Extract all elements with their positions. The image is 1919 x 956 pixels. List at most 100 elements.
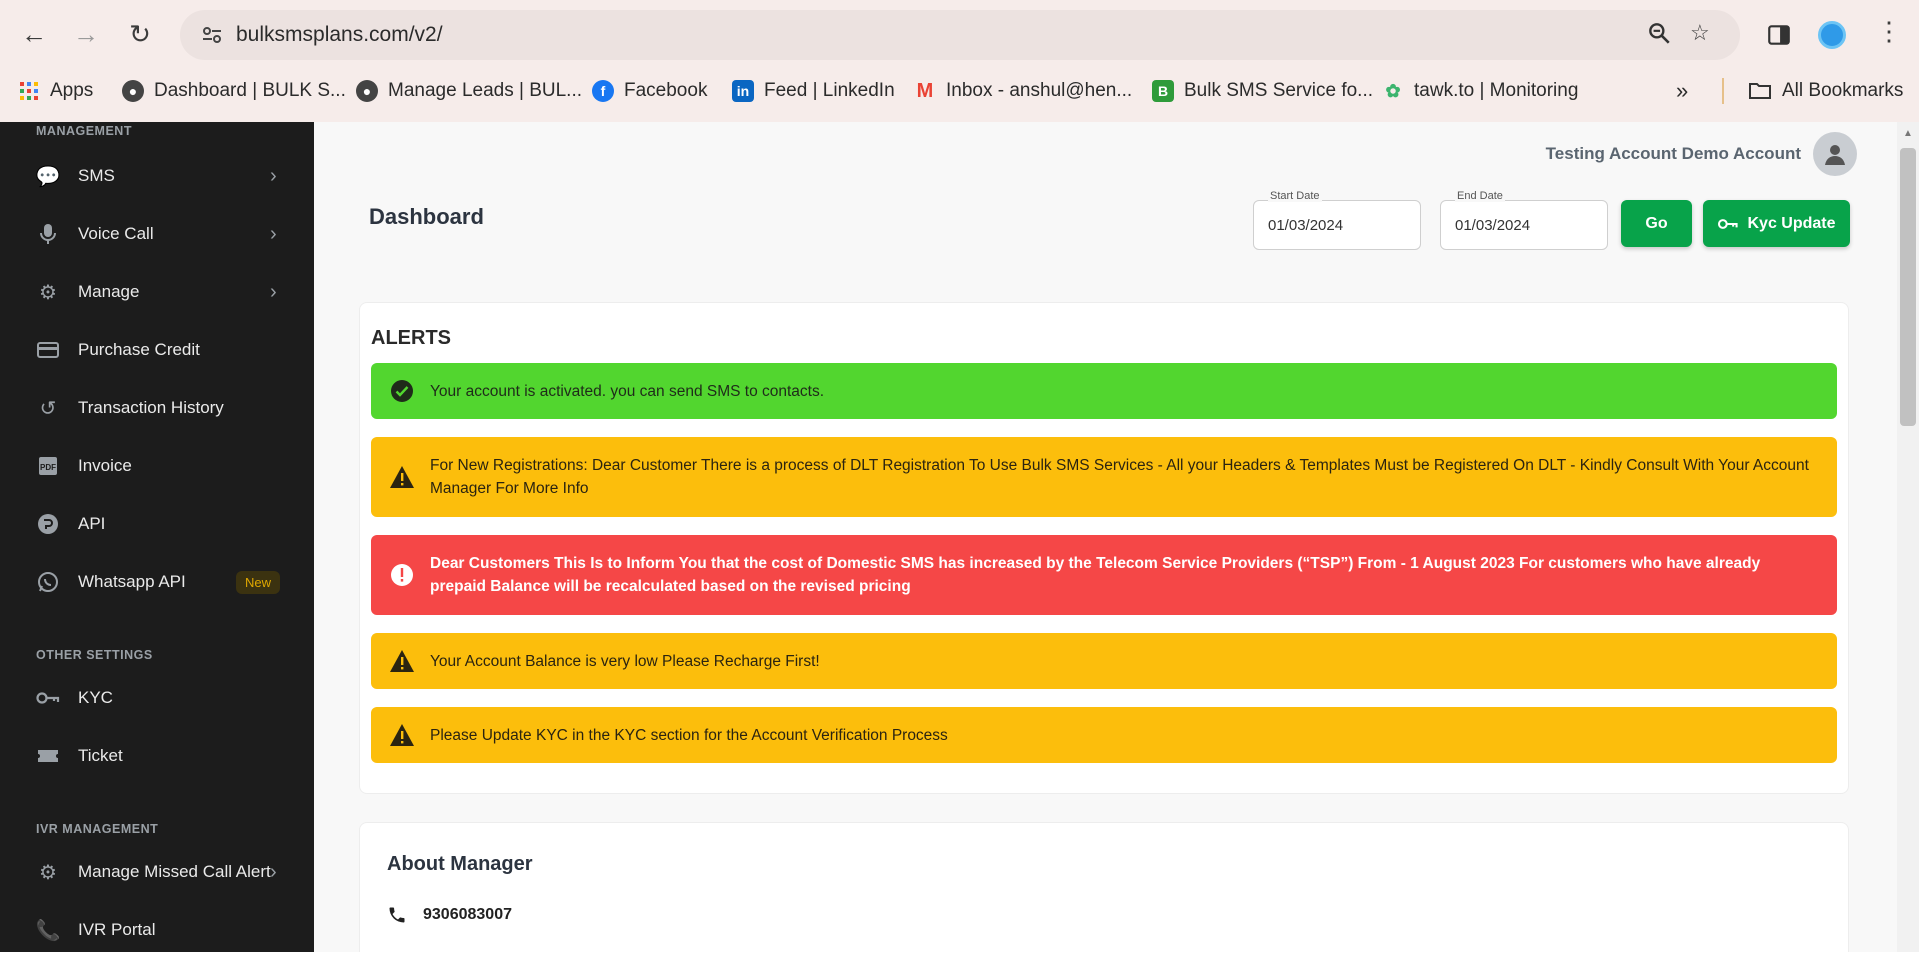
- sidebar-item-ivr-portal[interactable]: 📞 IVR Portal: [0, 904, 314, 956]
- user-name[interactable]: Testing Account Demo Account: [1546, 144, 1801, 164]
- apps-grid-icon: [18, 80, 40, 102]
- sidebar-item-invoice[interactable]: PDF Invoice: [0, 440, 314, 492]
- kyc-update-button[interactable]: Kyc Update: [1703, 200, 1850, 247]
- forward-icon[interactable]: →: [66, 14, 106, 54]
- section-other-settings: OTHER SETTINGS: [36, 648, 153, 662]
- alert-text: Your account is activated. you can send …: [430, 382, 825, 400]
- user-menu[interactable]: Testing Account Demo Account: [1546, 132, 1857, 176]
- gear-icon: ⚙: [39, 281, 57, 304]
- chevron-right-icon: ›: [270, 860, 277, 883]
- url-text[interactable]: bulksmsplans.com/v2/: [236, 23, 443, 47]
- phone-icon: 📞: [35, 919, 61, 942]
- go-button[interactable]: Go: [1621, 200, 1692, 247]
- bookmark-label: Dashboard | BULK S...: [154, 80, 346, 101]
- end-date-label: End Date: [1455, 190, 1505, 202]
- end-date-field[interactable]: End Date 01/03/2024: [1440, 190, 1608, 250]
- globe-icon: ●: [122, 80, 144, 102]
- alert-danger-pricing: Dear Customers This Is to Inform You tha…: [371, 535, 1837, 615]
- manager-phone: 9306083007: [387, 905, 512, 925]
- sidebar: MANAGEMENT 💬 SMS › Voice Call › ⚙ Manage…: [0, 122, 314, 952]
- alert-circle-icon: [389, 562, 415, 588]
- scrollbar-thumb[interactable]: [1900, 148, 1916, 426]
- alert-text: Please Update KYC in the KYC section for…: [430, 726, 948, 744]
- bookmark-label: Apps: [50, 80, 94, 101]
- new-badge: New: [236, 570, 281, 594]
- browser-chrome: ← → ↻ bulksmsplans.com/v2/ ☆ ⋮ Apps ● Da…: [0, 0, 1919, 122]
- sidebar-item-label: KYC: [78, 688, 113, 707]
- bookmark-label: Feed | LinkedIn: [764, 80, 895, 101]
- user-avatar-icon[interactable]: [1813, 132, 1857, 176]
- address-bar[interactable]: bulksmsplans.com/v2/ ☆: [180, 10, 1740, 60]
- tawkto-icon: ✿: [1385, 80, 1401, 101]
- sidebar-item-label: Manage Missed Call Alert: [78, 862, 271, 881]
- gmail-icon: M: [916, 79, 934, 102]
- sidebar-item-label: Voice Call: [78, 224, 154, 243]
- site-settings-icon[interactable]: [200, 23, 224, 47]
- bookmark-label: tawk.to | Monitoring: [1414, 80, 1579, 101]
- start-date-value[interactable]: 01/03/2024: [1268, 217, 1343, 234]
- bookmark-tawkto[interactable]: ✿ tawk.to | Monitoring: [1382, 72, 1578, 110]
- warning-triangle-icon: [389, 464, 415, 490]
- end-date-value[interactable]: 01/03/2024: [1455, 217, 1530, 234]
- all-bookmarks-label: All Bookmarks: [1782, 80, 1904, 101]
- sidebar-item-api[interactable]: API: [0, 498, 314, 550]
- bookmark-apps[interactable]: Apps: [18, 72, 93, 110]
- alert-success: Your account is activated. you can send …: [371, 363, 1837, 419]
- bookmarks-divider: [1722, 78, 1724, 104]
- menu-kebab-icon[interactable]: ⋮: [1876, 16, 1902, 47]
- bookmarks-bar: Apps ● Dashboard | BULK S... ● Manage Le…: [0, 72, 1919, 110]
- start-date-field[interactable]: Start Date 01/03/2024: [1253, 190, 1421, 250]
- folder-icon: [1749, 83, 1771, 99]
- side-panel-icon[interactable]: [1766, 22, 1792, 48]
- chevron-right-icon: ›: [270, 280, 277, 303]
- history-icon: ↺: [39, 397, 57, 420]
- sidebar-item-label: Invoice: [78, 456, 132, 475]
- bookmark-dashboard[interactable]: ● Dashboard | BULK S...: [122, 72, 346, 110]
- back-icon[interactable]: ←: [14, 14, 54, 54]
- about-manager-heading: About Manager: [387, 853, 533, 875]
- zoom-icon[interactable]: [1646, 20, 1672, 46]
- sidebar-item-label: Whatsapp API: [78, 572, 186, 591]
- sidebar-item-sms[interactable]: 💬 SMS ›: [0, 150, 314, 202]
- bookmark-linkedin[interactable]: in Feed | LinkedIn: [732, 72, 895, 110]
- alerts-heading: ALERTS: [371, 327, 451, 349]
- sidebar-item-label: IVR Portal: [78, 920, 156, 939]
- bookmark-star-icon[interactable]: ☆: [1690, 20, 1710, 46]
- sidebar-item-missed-call-alert[interactable]: ⚙ Manage Missed Call Alert ›: [0, 846, 314, 898]
- sidebar-item-ticket[interactable]: Ticket: [0, 730, 314, 782]
- more-bookmarks-icon[interactable]: »: [1676, 72, 1688, 110]
- sidebar-item-voice-call[interactable]: Voice Call ›: [0, 208, 314, 260]
- pdf-icon: PDF: [36, 454, 60, 478]
- alert-warning-balance: Your Account Balance is very low Please …: [371, 633, 1837, 689]
- sidebar-item-whatsapp-api[interactable]: Whatsapp API New: [0, 556, 314, 608]
- sidebar-item-manage[interactable]: ⚙ Manage ›: [0, 266, 314, 318]
- warning-triangle-icon: [389, 722, 415, 748]
- sidebar-item-label: Purchase Credit: [78, 340, 200, 359]
- ticket-icon: [36, 744, 60, 768]
- credit-card-icon: [36, 338, 60, 362]
- profile-avatar[interactable]: [1818, 21, 1846, 49]
- globe-icon: ●: [356, 80, 378, 102]
- bookmark-bulk-sms[interactable]: B Bulk SMS Service fo...: [1152, 72, 1373, 110]
- sidebar-item-kyc[interactable]: KYC: [0, 672, 314, 724]
- bookmark-gmail[interactable]: M Inbox - anshul@hen...: [914, 72, 1133, 110]
- sidebar-item-transaction-history[interactable]: ↺ Transaction History: [0, 382, 314, 434]
- chat-bubbles-icon: 💬: [35, 165, 61, 188]
- linkedin-icon: in: [732, 80, 754, 102]
- sidebar-item-purchase-credit[interactable]: Purchase Credit: [0, 324, 314, 376]
- manager-phone-number[interactable]: 9306083007: [423, 906, 512, 924]
- main-content: Testing Account Demo Account Dashboard S…: [314, 122, 1897, 952]
- bookmark-manage-leads[interactable]: ● Manage Leads | BUL...: [356, 72, 582, 110]
- key-icon: [36, 686, 60, 710]
- sidebar-item-label: SMS: [78, 166, 115, 185]
- page-scrollbar[interactable]: ▲: [1897, 122, 1919, 952]
- all-bookmarks[interactable]: All Bookmarks: [1748, 72, 1903, 110]
- microphone-icon: [36, 222, 60, 246]
- bookmark-facebook[interactable]: f Facebook: [592, 72, 707, 110]
- scroll-up-icon[interactable]: ▲: [1903, 128, 1913, 139]
- bulk-sms-icon: B: [1152, 80, 1174, 102]
- section-ivr-management: IVR MANAGEMENT: [36, 822, 159, 836]
- phone-icon: [389, 907, 405, 923]
- reload-icon[interactable]: ↻: [120, 14, 160, 54]
- sidebar-item-label: API: [78, 514, 106, 533]
